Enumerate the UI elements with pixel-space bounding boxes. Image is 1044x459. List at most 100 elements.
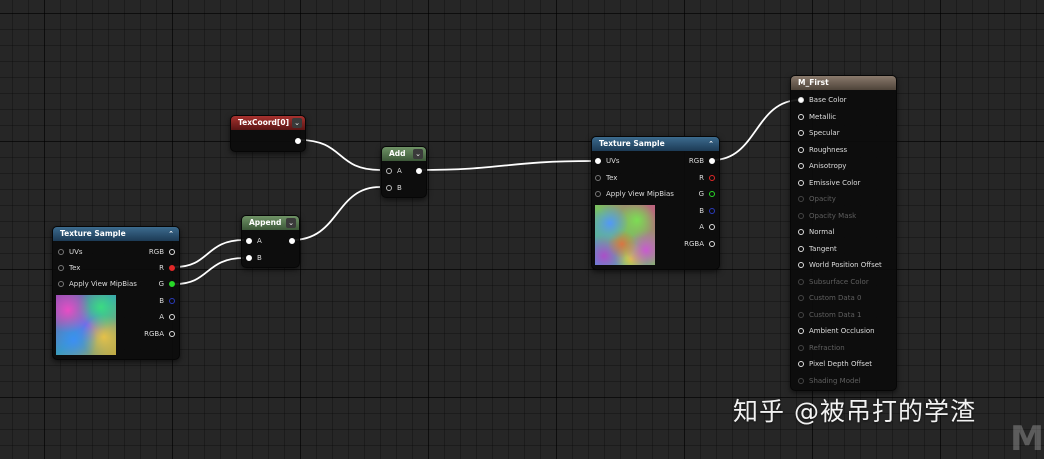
append-node[interactable]: Append ⌄ A B [241,215,300,268]
output-pin-icon[interactable] [169,249,175,255]
output-pin-icon[interactable] [709,191,715,197]
input-pin-icon[interactable] [798,377,804,384]
input-pin-icon[interactable] [246,238,252,244]
output-rgb[interactable]: RGB [689,154,715,168]
add-input-b[interactable]: B [386,181,402,195]
input-pin-icon[interactable] [798,146,804,153]
input-pin-icon[interactable] [798,262,804,268]
material-pin-row[interactable]: Roughness [798,143,847,157]
append-header[interactable]: Append ⌄ [242,216,299,230]
input-pin-icon[interactable] [798,229,804,235]
output-pin-icon[interactable] [169,314,175,320]
texcoord-output[interactable] [290,134,301,148]
input-pin-icon[interactable] [595,175,601,181]
input-pin-icon[interactable] [595,191,601,197]
input-tex[interactable]: Tex [58,261,80,275]
texture-sample-left-node[interactable]: Texture Sample ⌃ UVs Tex Apply View MipB… [52,226,180,360]
add-node[interactable]: Add ⌄ A B [381,146,427,198]
output-a[interactable]: A [159,310,175,324]
input-mipbias[interactable]: Apply View MipBias [595,187,674,201]
material-pin-row[interactable]: Ambient Occlusion [798,324,875,338]
input-pin-icon[interactable] [798,130,804,136]
input-pin-icon[interactable] [798,361,804,367]
input-uvs[interactable]: UVs [58,245,83,259]
output-pin-icon[interactable] [289,238,295,244]
input-pin-icon[interactable] [386,185,392,191]
output-pin-icon[interactable] [709,175,715,181]
input-pin-icon[interactable] [798,311,804,318]
material-result-node[interactable]: M_First Base Color Metallic Specular Roughn… [790,75,897,391]
material-pin-row[interactable]: Custom Data 1 [798,308,861,322]
output-pin-icon[interactable] [169,331,175,337]
add-input-a[interactable]: A [386,164,402,178]
material-pin-row[interactable]: Subsurface Color [798,275,869,289]
append-input-a[interactable]: A [246,234,262,248]
output-pin-icon[interactable] [169,281,175,287]
input-pin-icon[interactable] [386,168,392,174]
input-pin-icon[interactable] [798,328,804,334]
chevron-down-icon[interactable]: ⌄ [286,218,296,228]
chevron-down-icon[interactable]: ⌄ [292,118,302,128]
material-pin-row[interactable]: Emissive Color [798,176,860,190]
material-pin-row[interactable]: Opacity [798,192,836,206]
material-pin-row[interactable]: Custom Data 0 [798,291,861,305]
input-pin-icon[interactable] [798,97,804,103]
input-mipbias[interactable]: Apply View MipBias [58,277,137,291]
output-pin-icon[interactable] [169,298,175,304]
output-pin-icon[interactable] [709,208,715,214]
material-pin-row[interactable]: World Position Offset [798,258,882,272]
input-pin-icon[interactable] [798,295,804,301]
input-pin-icon[interactable] [798,196,804,202]
add-output[interactable] [411,164,422,178]
chevron-up-icon[interactable]: ⌃ [708,139,714,149]
output-pin-icon[interactable] [709,158,715,164]
output-rgb[interactable]: RGB [149,245,175,259]
output-r[interactable]: R [699,171,715,185]
material-pin-row[interactable]: Tangent [798,242,837,256]
material-pin-row[interactable]: Base Color [798,93,847,107]
input-pin-icon[interactable] [595,158,601,164]
texcoord-header[interactable]: TexCoord[0] ⌄ [231,116,305,130]
material-pin-row[interactable]: Shading Model [798,374,861,388]
output-r[interactable]: R [159,261,175,275]
texture-sample-right-header[interactable]: Texture Sample ⌃ [592,137,719,151]
output-b[interactable]: B [159,294,175,308]
input-pin-icon[interactable] [798,163,804,169]
input-uvs[interactable]: UVs [595,154,620,168]
output-pin-icon[interactable] [416,168,422,174]
input-pin-icon[interactable] [798,113,804,120]
output-a[interactable]: A [699,220,715,234]
input-pin-icon[interactable] [58,265,64,271]
output-rgba[interactable]: RGBA [684,237,715,251]
material-pin-row[interactable]: Specular [798,126,840,140]
append-output[interactable] [284,234,295,248]
chevron-down-icon[interactable]: ⌄ [413,149,423,159]
output-rgba[interactable]: RGBA [144,327,175,341]
input-pin-icon[interactable] [246,255,252,261]
texture-sample-right-node[interactable]: Texture Sample ⌃ UVs Tex Apply View MipB… [591,136,720,270]
material-pin-row[interactable]: Opacity Mask [798,209,856,223]
input-pin-icon[interactable] [58,281,64,287]
material-pin-row[interactable]: Pixel Depth Offset [798,357,872,371]
input-pin-icon[interactable] [798,245,804,252]
input-tex[interactable]: Tex [595,171,617,185]
material-header[interactable]: M_First [791,76,896,90]
material-pin-row[interactable]: Normal [798,225,834,239]
chevron-up-icon[interactable]: ⌃ [168,229,174,239]
output-g[interactable]: G [699,187,715,201]
material-pin-row[interactable]: Metallic [798,110,836,124]
output-pin-icon[interactable] [709,224,715,230]
texcoord-node[interactable]: TexCoord[0] ⌄ [230,115,306,152]
input-pin-icon[interactable] [798,179,804,186]
input-pin-icon[interactable] [798,344,804,351]
output-pin-icon[interactable] [295,138,301,144]
output-b[interactable]: B [699,204,715,218]
input-pin-icon[interactable] [58,249,64,255]
add-header[interactable]: Add ⌄ [382,147,426,161]
output-pin-icon[interactable] [709,241,715,247]
output-g[interactable]: G [159,277,175,291]
material-pin-row[interactable]: Anisotropy [798,159,846,173]
input-pin-icon[interactable] [798,212,804,219]
material-pin-row[interactable]: Refraction [798,341,845,355]
append-input-b[interactable]: B [246,251,262,265]
